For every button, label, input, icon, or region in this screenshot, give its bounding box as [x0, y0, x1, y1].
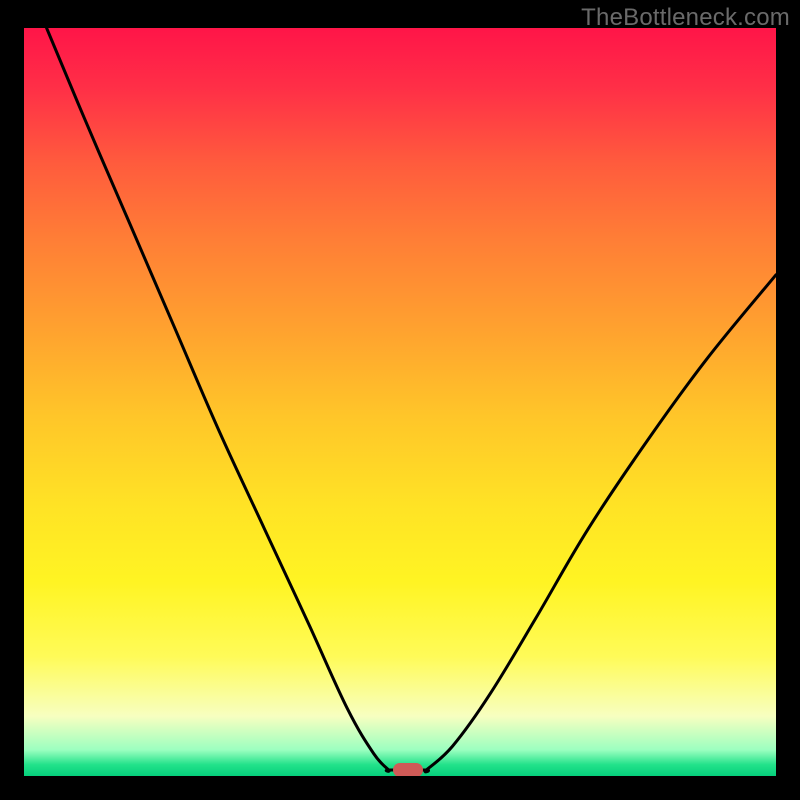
minimum-marker — [393, 763, 423, 776]
bottleneck-curve — [24, 28, 776, 776]
watermark-text: TheBottleneck.com — [581, 4, 790, 32]
chart-frame: TheBottleneck.com — [0, 0, 800, 800]
plot-area — [24, 28, 776, 776]
